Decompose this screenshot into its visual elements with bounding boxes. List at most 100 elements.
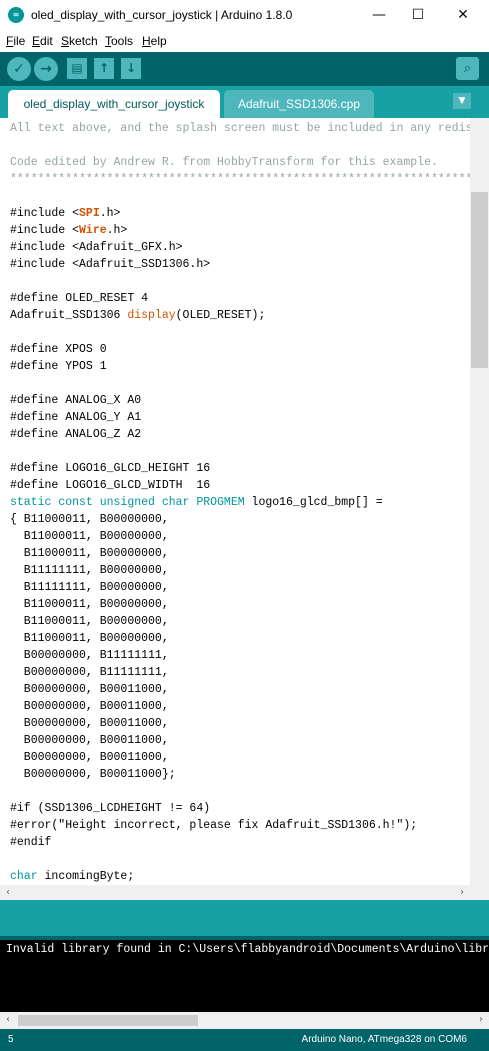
code-line: B11111111, B00000000, (10, 562, 169, 579)
code-token: B00000000, B11111111, (10, 666, 169, 679)
code-line: Code edited by Andrew R. from HobbyTrans… (10, 154, 438, 171)
open-sketch-icon[interactable]: ↑ (94, 58, 114, 79)
tab-menu-icon[interactable]: ▼ (453, 93, 471, 109)
code-line: static const unsigned char PROGMEM logo1… (10, 494, 383, 511)
code-token: #define ANALOG_Z A2 (10, 428, 142, 441)
code-line: { B11000011, B00000000, (10, 511, 169, 528)
upload-icon[interactable]: → (34, 57, 58, 81)
close-button[interactable]: ✕ (441, 0, 485, 31)
code-token: B00000000, B00011000, (10, 751, 169, 764)
code-token: B11111111, B00000000, (10, 564, 169, 577)
editor-scroll-thumb[interactable] (471, 192, 488, 368)
code-token: Wire (79, 224, 107, 237)
code-line: #define LOGO16_GLCD_WIDTH 16 (10, 477, 210, 494)
code-line: B00000000, B00011000, (10, 715, 169, 732)
code-line: B00000000, B00011000, (10, 732, 169, 749)
code-token: #define YPOS 1 (10, 360, 107, 373)
scroll-left-icon[interactable]: ‹ (0, 885, 16, 900)
tab-adafruit-cpp[interactable]: Adafruit_SSD1306.cpp (224, 90, 374, 118)
code-token: Code edited by Andrew R. from HobbyTrans… (10, 156, 438, 169)
code-line: #error("Height incorrect, please fix Ada… (10, 817, 417, 834)
message-area (0, 900, 489, 936)
code-line: Adafruit_SSD1306 display(OLED_RESET); (10, 307, 265, 324)
code-line: #if (SSD1306_LCDHEIGHT != 64) (10, 800, 210, 817)
tab-main-sketch[interactable]: oled_display_with_cursor_joystick (8, 90, 220, 118)
status-footer: 5 Arduino Nano, ATmega328 on COM6 (0, 1029, 489, 1051)
code-token: (OLED_RESET); (175, 309, 266, 322)
code-token: #error("Height incorrect, please fix Ada… (10, 819, 418, 832)
code-line: B00000000, B11111111, (10, 647, 169, 664)
title-bar: ∞ oled_display_with_cursor_joystick | Ar… (0, 0, 489, 32)
code-token: #define OLED_RESET 4 (10, 292, 149, 305)
code-line: #define YPOS 1 (10, 358, 107, 375)
code-line: B11000011, B00000000, (10, 630, 169, 647)
save-sketch-icon[interactable]: ↓ (121, 58, 141, 79)
code-line: #define XPOS 0 (10, 341, 107, 358)
code-token: B11000011, B00000000, (10, 530, 169, 543)
code-token: B00000000, B11111111, (10, 649, 169, 662)
code-token: #define XPOS 0 (10, 343, 107, 356)
code-token: #include < (10, 207, 80, 220)
code-line: #define ANALOG_X A0 (10, 392, 141, 409)
code-token: SPI (79, 207, 100, 220)
serial-monitor-icon[interactable]: ⌕ (456, 57, 479, 80)
menu-sketch[interactable]: Sketch (61, 34, 98, 48)
code-token: incomingByte; (37, 870, 135, 883)
code-token: B11000011, B00000000, (10, 632, 169, 645)
line-number: 5 (8, 1034, 14, 1045)
menu-edit[interactable]: Edit (32, 34, 53, 48)
console-scroll-right-icon[interactable]: › (473, 1012, 489, 1027)
console-message: Invalid library found in C:\Users\flabby… (6, 943, 489, 956)
scrollbar-corner (470, 885, 489, 900)
code-token: ****************************************… (10, 173, 470, 186)
menu-bar: File Edit Sketch Tools Help (0, 31, 489, 52)
code-line: #include <SPI.h> (10, 205, 120, 222)
toolbar: ✓ → ▤ ↑ ↓ ⌕ (0, 52, 489, 86)
code-token: .h> (106, 224, 128, 237)
menu-tools[interactable]: Tools (105, 34, 133, 48)
code-line: B00000000, B00011000, (10, 698, 169, 715)
code-line: #endif (10, 834, 51, 851)
console-scroll-left-icon[interactable]: ‹ (0, 1012, 16, 1027)
code-line: B11111111, B00000000, (10, 579, 169, 596)
code-token: #define ANALOG_Y A1 (10, 411, 142, 424)
code-token: #define LOGO16_GLCD_HEIGHT 16 (10, 462, 211, 475)
editor-vertical-scrollbar[interactable] (470, 118, 489, 885)
code-line: B11000011, B00000000, (10, 545, 169, 562)
code-line: #include <Wire.h> (10, 222, 127, 239)
scroll-right-icon[interactable]: › (454, 885, 470, 900)
code-token: #if (SSD1306_LCDHEIGHT != 64) (10, 802, 211, 815)
code-token: B00000000, B00011000}; (10, 768, 176, 781)
menu-file[interactable]: File (6, 34, 25, 48)
menu-help[interactable]: Help (142, 34, 167, 48)
code-line: #define ANALOG_Z A2 (10, 426, 141, 443)
code-token: B11111111, B00000000, (10, 581, 169, 594)
code-line: char incomingByte; (10, 868, 134, 885)
console-output: Invalid library found in C:\Users\flabby… (0, 940, 489, 1012)
console-scroll-thumb[interactable] (18, 1015, 198, 1026)
code-line: #define ANALOG_Y A1 (10, 409, 141, 426)
arduino-logo-icon: ∞ (8, 7, 24, 23)
code-line: B00000000, B00011000}; (10, 766, 176, 783)
editor-horizontal-scrollbar[interactable]: ‹ › (0, 885, 470, 900)
code-token: char (10, 870, 38, 883)
code-editor[interactable]: All text above, and the splash screen mu… (0, 118, 470, 885)
code-line: #include <Adafruit_GFX.h> (10, 239, 183, 256)
code-token: #define LOGO16_GLCD_WIDTH 16 (10, 479, 211, 492)
maximize-button[interactable]: ☐ (396, 0, 440, 31)
code-line: #define LOGO16_GLCD_HEIGHT 16 (10, 460, 210, 477)
code-line: B00000000, B00011000, (10, 681, 169, 698)
minimize-button[interactable]: — (357, 0, 401, 31)
code-line: B11000011, B00000000, (10, 613, 169, 630)
code-line: #define OLED_RESET 4 (10, 290, 148, 307)
board-info: Arduino Nano, ATmega328 on COM6 (301, 1034, 467, 1045)
code-token: { B11000011, B00000000, (10, 513, 169, 526)
code-token: B11000011, B00000000, (10, 598, 169, 611)
code-token: #endif (10, 836, 52, 849)
new-sketch-icon[interactable]: ▤ (67, 58, 87, 79)
verify-icon[interactable]: ✓ (7, 57, 31, 81)
console-horizontal-scrollbar[interactable]: ‹ › (0, 1012, 489, 1029)
code-line: B11000011, B00000000, (10, 596, 169, 613)
code-token: #include < (10, 224, 80, 237)
code-token: B11000011, B00000000, (10, 615, 169, 628)
